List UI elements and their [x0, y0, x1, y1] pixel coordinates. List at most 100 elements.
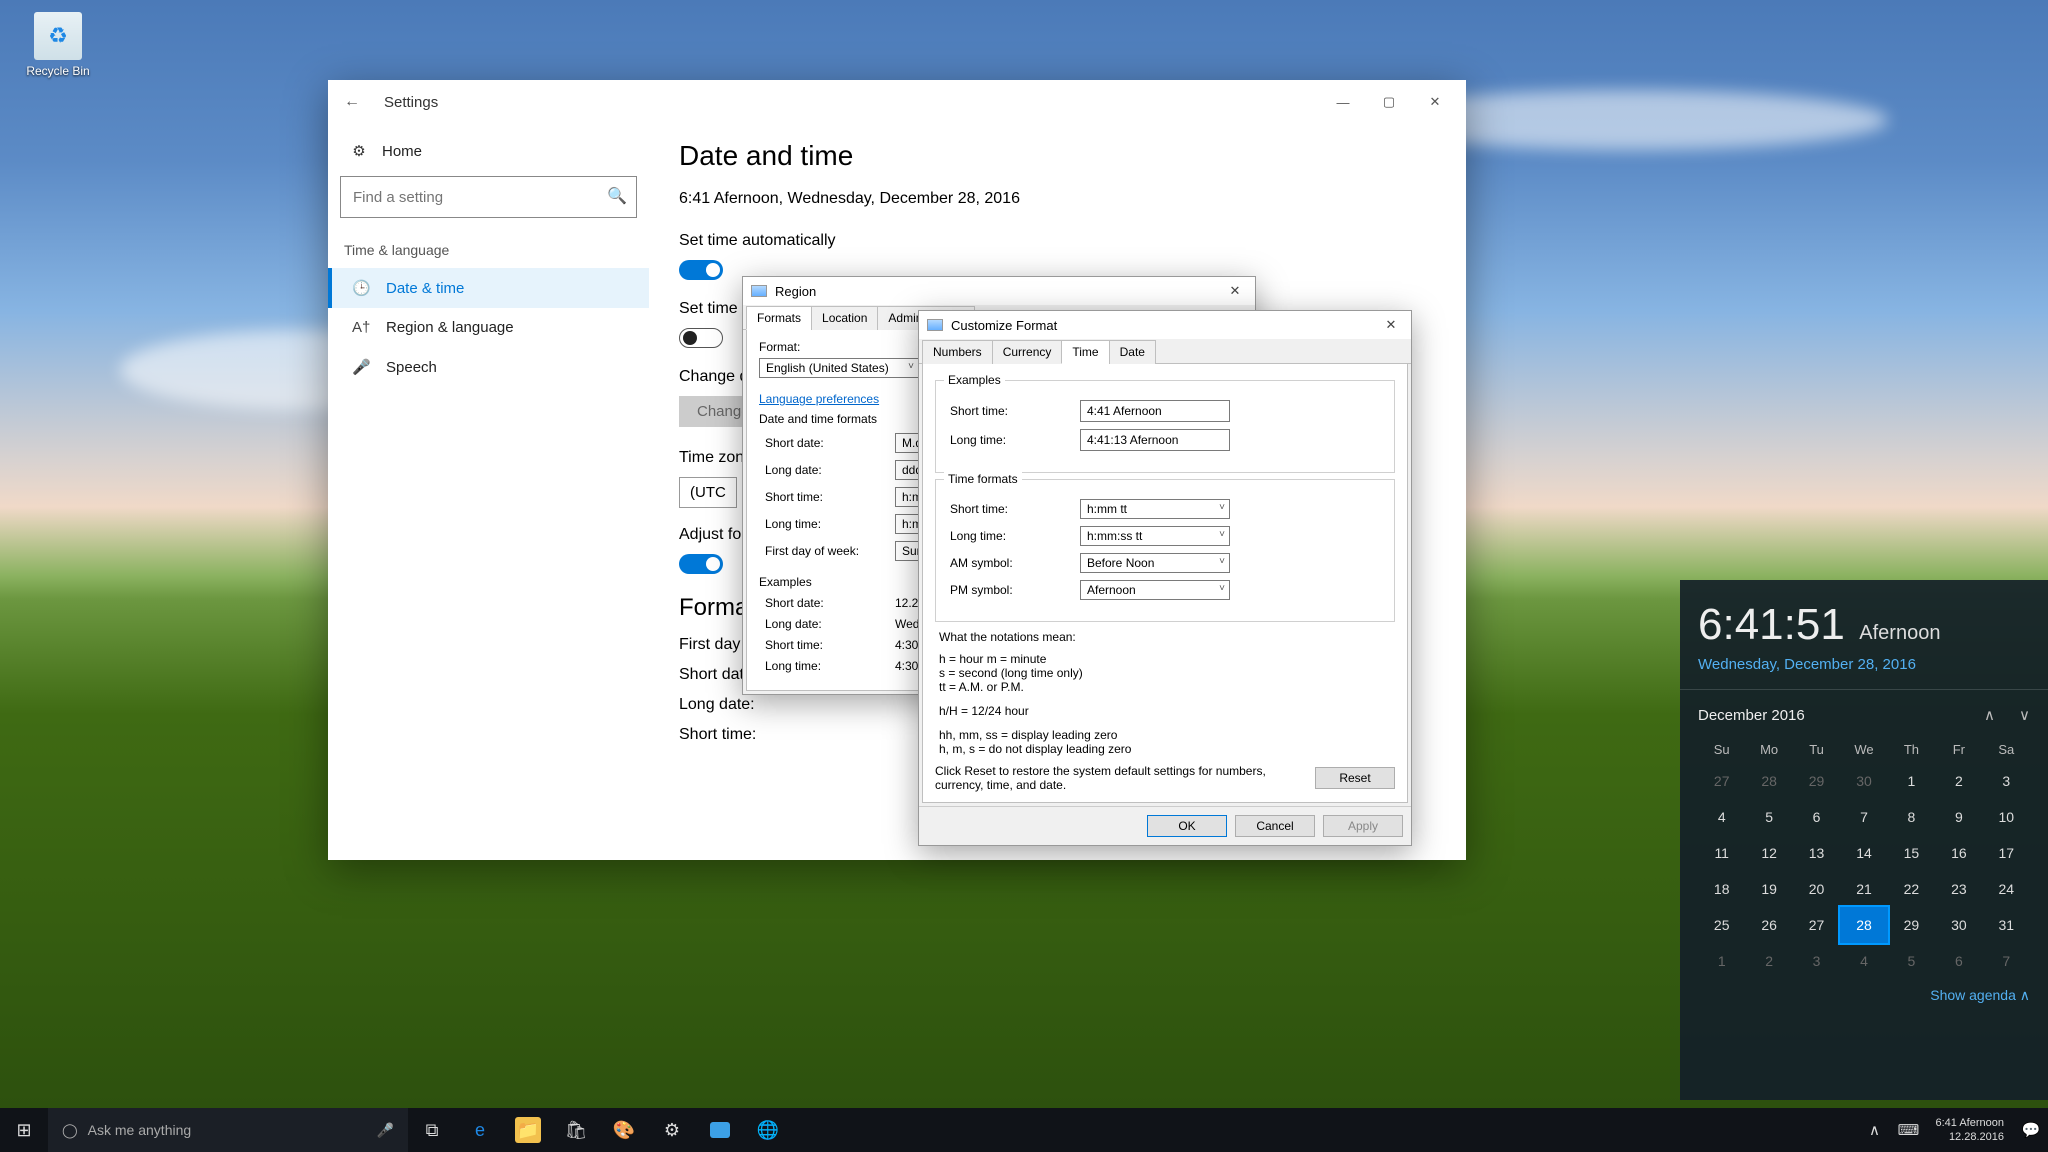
tab-numbers[interactable]: Numbers — [922, 340, 993, 364]
settings-titlebar[interactable]: ← Settings — ▢ ✕ — [328, 80, 1466, 124]
calendar-day[interactable]: 6 — [1935, 943, 1982, 979]
calendar-day[interactable]: 12 — [1745, 835, 1792, 871]
calendar-day[interactable]: 17 — [1983, 835, 2030, 871]
calendar-day[interactable]: 4 — [1698, 799, 1745, 835]
calendar-day[interactable]: 18 — [1698, 871, 1745, 907]
calendar-day[interactable]: 1 — [1888, 763, 1935, 799]
task-view-button[interactable]: ⧉ — [408, 1108, 456, 1152]
calendar-day[interactable]: 1 — [1698, 943, 1745, 979]
apply-button[interactable]: Apply — [1323, 815, 1403, 837]
minimize-button[interactable]: — — [1320, 87, 1366, 117]
calendar-day[interactable]: 24 — [1983, 871, 2030, 907]
sidebar-item-date-time[interactable]: 🕒Date & time — [328, 268, 649, 308]
app2-icon[interactable]: 🌐 — [744, 1108, 792, 1152]
app1-icon[interactable] — [696, 1108, 744, 1152]
calendar-day[interactable]: 5 — [1888, 943, 1935, 979]
calendar-day[interactable]: 7 — [1840, 799, 1887, 835]
tab-location[interactable]: Location — [811, 306, 878, 330]
am-symbol-dropdown[interactable]: Before Noon — [1080, 553, 1230, 573]
tab-formats[interactable]: Formats — [746, 306, 812, 330]
time-formats-group: Time formats Short time:h:mm tt Long tim… — [935, 479, 1395, 622]
sidebar-item-speech[interactable]: 🎤Speech — [328, 347, 649, 387]
sidebar-item-region-language[interactable]: A†Region & language — [328, 308, 649, 347]
calendar-day[interactable]: 6 — [1793, 799, 1840, 835]
calendar-dow: Tu — [1793, 736, 1840, 763]
calendar-day[interactable]: 30 — [1935, 907, 1982, 943]
file-explorer-icon[interactable]: 📁 — [504, 1108, 552, 1152]
calendar-day[interactable]: 13 — [1793, 835, 1840, 871]
long-time-format-dropdown[interactable]: h:mm:ss tt — [1080, 526, 1230, 546]
calendar-day[interactable]: 26 — [1745, 907, 1792, 943]
calendar-month[interactable]: December 2016 — [1698, 707, 1805, 724]
calendar-day[interactable]: 11 — [1698, 835, 1745, 871]
cortana-search[interactable]: ◯ Ask me anything 🎤 — [48, 1108, 408, 1152]
recycle-bin[interactable]: Recycle Bin — [18, 12, 98, 78]
settings-taskbar-icon[interactable]: ⚙ — [648, 1108, 696, 1152]
tab-currency[interactable]: Currency — [992, 340, 1063, 364]
calendar-day[interactable]: 29 — [1888, 907, 1935, 943]
calendar-day[interactable]: 25 — [1698, 907, 1745, 943]
calendar-day[interactable]: 20 — [1793, 871, 1840, 907]
calendar-day[interactable]: 14 — [1840, 835, 1887, 871]
language-preferences-link[interactable]: Language preferences — [759, 392, 879, 406]
calendar-day[interactable]: 3 — [1983, 763, 2030, 799]
customize-close-button[interactable]: ✕ — [1379, 317, 1403, 333]
calendar-day[interactable]: 29 — [1793, 763, 1840, 799]
calendar-day[interactable]: 19 — [1745, 871, 1792, 907]
calendar-day[interactable]: 28 — [1840, 907, 1887, 943]
reset-button[interactable]: Reset — [1315, 767, 1395, 789]
ok-button[interactable]: OK — [1147, 815, 1227, 837]
tab-date[interactable]: Date — [1109, 340, 1156, 364]
auto-time-toggle[interactable] — [679, 260, 723, 280]
calendar-day[interactable]: 21 — [1840, 871, 1887, 907]
auto-tz-toggle[interactable] — [679, 328, 723, 348]
keyboard-icon[interactable]: ⌨ — [1891, 1108, 1925, 1152]
customize-titlebar[interactable]: Customize Format ✕ — [919, 311, 1411, 339]
calendar-day[interactable]: 30 — [1840, 763, 1887, 799]
format-dropdown[interactable]: English (United States) — [759, 358, 919, 378]
calendar-day[interactable]: 22 — [1888, 871, 1935, 907]
start-button[interactable]: ⊞ — [0, 1108, 48, 1152]
calendar-next-button[interactable]: ∨ — [2019, 706, 2030, 724]
store-icon[interactable]: 🛍 — [552, 1108, 600, 1152]
calendar-day[interactable]: 3 — [1793, 943, 1840, 979]
calendar-day[interactable]: 15 — [1888, 835, 1935, 871]
calendar-day[interactable]: 16 — [1935, 835, 1982, 871]
flyout-date[interactable]: Wednesday, December 28, 2016 — [1698, 656, 2030, 673]
region-titlebar[interactable]: Region ✕ — [743, 277, 1255, 305]
calendar-day[interactable]: 8 — [1888, 799, 1935, 835]
calendar-day[interactable]: 2 — [1745, 943, 1792, 979]
sidebar-home[interactable]: ⚙ Home — [340, 134, 637, 176]
calendar-day[interactable]: 9 — [1935, 799, 1982, 835]
tz-dropdown[interactable]: (UTC — [679, 477, 737, 508]
paint-icon[interactable]: 🎨 — [600, 1108, 648, 1152]
short-time-format-dropdown[interactable]: h:mm tt — [1080, 499, 1230, 519]
region-close-button[interactable]: ✕ — [1223, 283, 1247, 299]
calendar-prev-button[interactable]: ∧ — [1984, 706, 1995, 724]
action-center-button[interactable]: 💬 — [2014, 1108, 2048, 1152]
calendar-day[interactable]: 5 — [1745, 799, 1792, 835]
calendar-day[interactable]: 10 — [1983, 799, 2030, 835]
tray-overflow-button[interactable]: ∧ — [1857, 1108, 1891, 1152]
dst-toggle[interactable] — [679, 554, 723, 574]
maximize-button[interactable]: ▢ — [1366, 87, 1412, 117]
edge-icon[interactable]: e — [456, 1108, 504, 1152]
calendar-day[interactable]: 27 — [1698, 763, 1745, 799]
pm-symbol-dropdown[interactable]: Afernoon — [1080, 580, 1230, 600]
calendar-day[interactable]: 27 — [1793, 907, 1840, 943]
settings-search[interactable]: 🔍 — [340, 176, 637, 218]
tab-time[interactable]: Time — [1061, 340, 1109, 364]
cancel-button[interactable]: Cancel — [1235, 815, 1315, 837]
calendar-day[interactable]: 7 — [1983, 943, 2030, 979]
close-button[interactable]: ✕ — [1412, 87, 1458, 117]
calendar-day[interactable]: 4 — [1840, 943, 1887, 979]
calendar-day[interactable]: 28 — [1745, 763, 1792, 799]
calendar-day[interactable]: 2 — [1935, 763, 1982, 799]
calendar-day[interactable]: 23 — [1935, 871, 1982, 907]
taskbar-clock[interactable]: 6:41 Afernoon 12.28.2016 — [1925, 1116, 2014, 1144]
back-button[interactable]: ← — [336, 93, 368, 111]
microphone-icon[interactable]: 🎤 — [377, 1122, 394, 1139]
search-input[interactable] — [340, 176, 637, 218]
show-agenda-link[interactable]: Show agenda ∧ — [1698, 987, 2030, 1004]
calendar-day[interactable]: 31 — [1983, 907, 2030, 943]
